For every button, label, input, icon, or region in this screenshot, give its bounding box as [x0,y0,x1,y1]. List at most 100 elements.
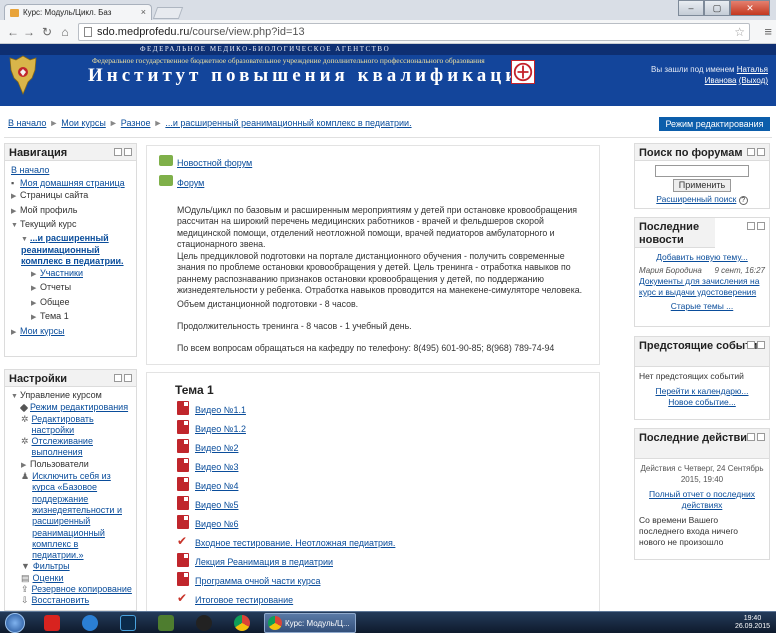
close-window-button[interactable]: ✕ [730,0,770,16]
start-button[interactable] [5,613,25,633]
dock-icon[interactable] [747,341,755,349]
resource-link[interactable]: Видео №4 [195,481,238,491]
collapse-icon[interactable] [124,374,132,382]
dock-icon[interactable] [747,433,755,441]
resource-link[interactable]: Видео №2 [195,443,238,453]
new-event-link[interactable]: Новое событие... [668,397,736,407]
apply-search-button[interactable]: Применить [673,179,731,192]
nav-dashboard-link[interactable]: Моя домашняя страница [20,178,125,188]
yandex-icon[interactable] [44,615,60,631]
nav-site-pages[interactable]: Страницы сайта [20,190,88,200]
resource-item[interactable]: Лекция Реанимация в педиатрии [177,553,333,567]
settings-unenrol-link[interactable]: Исключить себя из курса «Базовое поддерж… [32,471,130,561]
nav-home-link[interactable]: В начало [11,165,49,175]
settings-edit-mode-link[interactable]: Режим редактирования [30,402,128,412]
breadcrumb-my-courses[interactable]: Мои курсы [61,118,106,128]
browser-tab[interactable]: Курс: Модуль/Цикл. Баз × [4,4,152,20]
collapse-icon[interactable] [757,148,765,156]
settings-course-admin[interactable]: Управление курсом [20,390,102,400]
maximize-button[interactable]: ▢ [704,0,730,16]
dock-icon[interactable] [747,148,755,156]
news-forum-item[interactable]: Новостной форум [159,155,252,168]
news-forum-link[interactable]: Новостной форум [177,158,252,168]
expand-arrow-icon[interactable]: ▶ [31,298,40,311]
forum-link[interactable]: Форум [177,178,204,188]
resource-item[interactable]: Видео №2 [177,439,238,453]
chrome-icon[interactable] [234,615,250,631]
breadcrumb-misc[interactable]: Разное [121,118,151,128]
dock-icon[interactable] [114,148,122,156]
nav-general[interactable]: Общее [40,297,69,307]
forward-arrow-icon[interactable]: → [22,24,36,40]
back-arrow-icon[interactable]: ← [6,24,20,40]
collapse-arrow-icon[interactable]: ▼ [11,391,20,402]
resource-item[interactable]: Видео №1.2 [177,420,246,434]
minimize-button[interactable]: – [678,0,704,16]
nav-current-course[interactable]: Текущий курс [20,219,76,229]
expand-arrow-icon[interactable]: ▶ [11,206,20,219]
collapse-icon[interactable] [124,148,132,156]
dock-icon[interactable] [747,222,755,230]
breadcrumb-course[interactable]: ...и расширенный реанимационный комплекс… [165,118,411,128]
quiz-link[interactable]: Входное тестирование. Неотложная педиатр… [195,538,395,548]
expand-arrow-icon[interactable]: ▶ [31,312,40,325]
resource-item[interactable]: Видео №6 [177,515,238,529]
resource-item[interactable]: Программа очной части курса [177,572,320,586]
resource-link[interactable]: Видео №3 [195,462,238,472]
collapse-icon[interactable] [757,433,765,441]
edit-mode-button[interactable]: Режим редактирования [659,117,770,131]
photoshop-icon[interactable] [120,615,136,631]
quiz-item[interactable]: ✔ Итоговое тестирование [177,591,293,605]
address-bar[interactable]: sdo.medprofedu.ru/course/view.php?id=13 … [78,23,750,41]
nav-my-courses-link[interactable]: Мои курсы [20,326,65,336]
older-topics-link[interactable]: Старые темы ... [671,301,734,311]
expand-arrow-icon[interactable]: ▶ [31,283,40,296]
collapse-icon[interactable] [757,341,765,349]
nav-participants-link[interactable]: Участники [40,268,83,278]
settings-grades-link[interactable]: Оценки [33,573,64,583]
news-headline-link[interactable]: Документы для зачисления на курс и выдач… [639,276,759,297]
add-topic-link[interactable]: Добавить новую тему... [656,252,748,262]
forum-search-input[interactable] [655,165,749,177]
taskbar-active-window[interactable]: Курс: Модуль/Ц... [264,613,356,633]
dock-icon[interactable] [114,374,122,382]
settings-backup-link[interactable]: Резервное копирование [32,584,132,594]
expand-arrow-icon[interactable]: ▶ [11,191,20,204]
settings-filters-link[interactable]: Фильтры [33,561,70,571]
quiz-link[interactable]: Итоговое тестирование [195,595,293,605]
collapse-arrow-icon[interactable]: ▼ [11,220,20,233]
resource-item[interactable]: Видео №3 [177,458,238,472]
settings-edit-link[interactable]: Редактировать настройки [32,414,130,437]
logout-link[interactable]: (Выход) [739,76,768,85]
forum-item[interactable]: Форум [159,175,204,188]
collapse-icon[interactable] [757,222,765,230]
settings-users[interactable]: Пользователи [30,459,89,469]
home-icon[interactable]: ⌂ [58,24,72,40]
media-app-icon[interactable] [196,615,212,631]
resource-link[interactable]: Видео №1.2 [195,424,246,434]
resource-link[interactable]: Программа очной части курса [195,576,320,586]
bookmark-star-icon[interactable]: ☆ [734,24,745,40]
settings-completion-link[interactable]: Отслеживание выполнения [32,436,130,459]
resource-link[interactable]: Видео №6 [195,519,238,529]
minecraft-icon[interactable] [158,615,174,631]
advanced-search-link[interactable]: Расширенный поиск [656,194,736,204]
resource-item[interactable]: Видео №4 [177,477,238,491]
resource-link[interactable]: Видео №5 [195,500,238,510]
breadcrumb-home[interactable]: В начало [8,118,46,128]
help-icon[interactable]: ? [738,196,748,205]
new-tab-button[interactable] [152,7,184,19]
nav-course-link[interactable]: ...и расширенный реанимационный комплекс… [21,233,124,266]
settings-restore-link[interactable]: Восстановить [32,595,90,605]
expand-arrow-icon[interactable]: ▶ [11,327,20,340]
reload-icon[interactable]: ↻ [40,24,54,40]
full-report-link[interactable]: Полный отчет о последних действиях [649,489,755,510]
system-clock[interactable]: 19:40 26.09.2015 [735,615,770,631]
resource-link[interactable]: Видео №1.1 [195,405,246,415]
collapse-arrow-icon[interactable]: ▼ [21,234,30,245]
nav-topic-1[interactable]: Тема 1 [40,311,69,321]
nav-profile[interactable]: Мой профиль [20,205,77,215]
media-player-icon[interactable] [82,615,98,631]
resource-item[interactable]: Видео №5 [177,496,238,510]
chrome-menu-icon[interactable]: ≡ [764,24,772,39]
